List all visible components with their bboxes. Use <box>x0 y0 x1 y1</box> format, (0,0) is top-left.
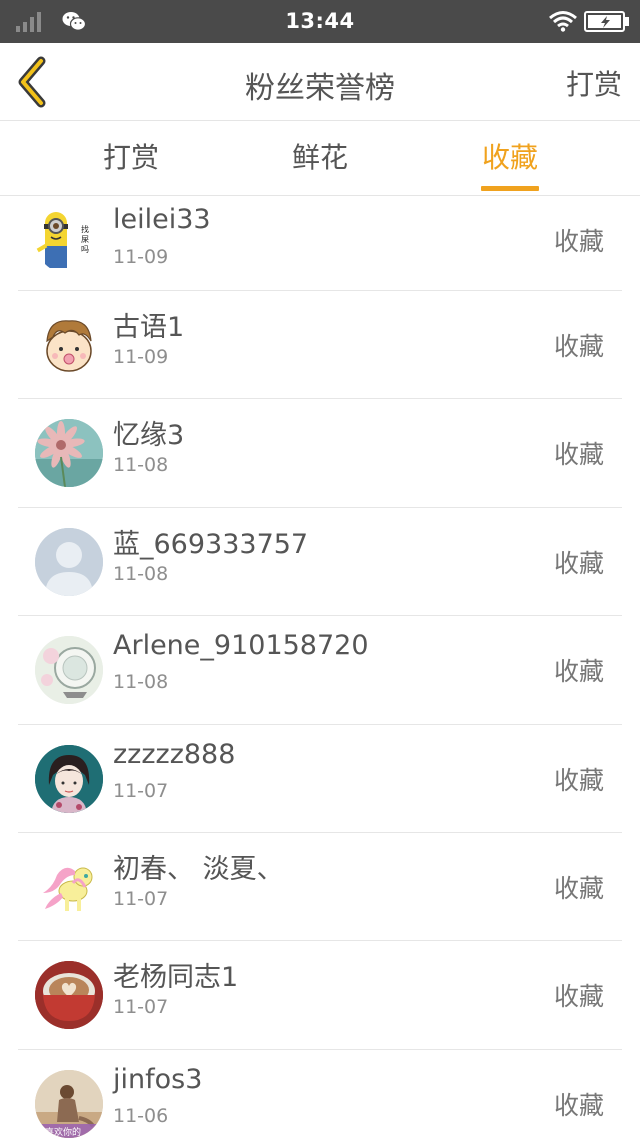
battery-charging-icon <box>584 11 629 32</box>
beach-girl-avatar-icon: 喜欢你的 <box>35 1069 103 1138</box>
svg-text:屎: 屎 <box>81 235 89 244</box>
user-name: zzzzz888 <box>113 738 236 770</box>
user-date: 11-07 <box>113 779 169 802</box>
coffee-cup-avatar-icon <box>35 961 103 1030</box>
anime-girl-avatar-icon <box>35 744 103 813</box>
user-date: 11-07 <box>113 996 169 1019</box>
svg-text:找: 找 <box>81 224 89 234</box>
status-bar: 13:44 <box>0 0 640 43</box>
list-item[interactable]: zzzzz888 11-07 收藏 <box>18 725 622 833</box>
svg-text:吗: 吗 <box>81 245 89 254</box>
user-date: 11-09 <box>113 346 169 368</box>
fan-list: 找 屎 吗 leilei33 11-09 收藏 古语1 11-09 收藏 忆缘3… <box>0 196 640 1138</box>
action-label: 收藏 <box>553 227 604 256</box>
user-name: Arlene_910158720 <box>113 630 369 662</box>
user-name: 蓝_669333757 <box>113 528 309 560</box>
action-label: 收藏 <box>553 982 604 1012</box>
user-name: 忆缘3 <box>113 420 185 452</box>
list-item[interactable]: 蓝_669333757 11-08 收藏 <box>18 508 622 617</box>
user-date: 11-08 <box>113 671 169 694</box>
tab-flowers[interactable]: 鲜花 <box>240 121 400 195</box>
user-name: leilei33 <box>113 204 211 235</box>
nav-header: 粉丝荣誉榜 打赏 <box>0 43 640 121</box>
list-item[interactable]: 古语1 11-09 收藏 <box>18 291 622 400</box>
user-date: 11-08 <box>113 562 169 585</box>
user-name: 老杨同志1 <box>113 962 239 994</box>
user-date: 11-07 <box>113 887 169 910</box>
page-title: 粉丝荣誉榜 <box>245 71 395 106</box>
tab-reward[interactable]: 打赏 <box>51 121 211 195</box>
list-item[interactable]: 初春、 淡夏、 11-07 收藏 <box>18 833 622 942</box>
tab-bar: 打赏 鲜花 收藏 <box>0 121 640 196</box>
list-item[interactable]: 找 屎 吗 leilei33 11-09 收藏 <box>18 196 622 291</box>
list-item[interactable]: Arlene_910158720 11-08 收藏 <box>18 616 622 725</box>
flower-avatar-icon <box>35 419 103 488</box>
user-name: 初春、 淡夏、 <box>113 853 284 885</box>
user-date: 11-09 <box>113 246 169 268</box>
action-label: 收藏 <box>553 440 604 470</box>
action-label: 收藏 <box>553 873 604 903</box>
action-label: 收藏 <box>553 548 604 578</box>
tab-favorites[interactable]: 收藏 <box>430 121 590 195</box>
list-item[interactable]: 喜欢你的 jinfos3 11-06 收藏 <box>18 1050 622 1138</box>
action-label: 收藏 <box>553 332 604 361</box>
glass-sphere-avatar-icon <box>35 636 103 705</box>
minion-avatar-icon: 找 屎 吗 <box>35 206 103 274</box>
user-date: 11-08 <box>113 454 169 477</box>
svg-text:喜欢你的: 喜欢你的 <box>45 1126 81 1138</box>
action-label: 收藏 <box>553 1090 604 1120</box>
wifi-icon <box>549 11 577 32</box>
cartoon-kid-avatar-icon <box>35 311 103 379</box>
user-name: 古语1 <box>113 312 185 343</box>
user-date: 11-06 <box>113 1104 169 1127</box>
pony-avatar-icon <box>35 852 103 921</box>
action-label: 收藏 <box>553 657 604 687</box>
list-item[interactable]: 老杨同志1 11-07 收藏 <box>18 941 622 1050</box>
default-person-avatar-icon <box>35 527 103 596</box>
list-item[interactable]: 忆缘3 11-08 收藏 <box>18 399 622 508</box>
user-name: jinfos3 <box>113 1063 203 1095</box>
status-time: 13:44 <box>285 9 355 33</box>
reward-button[interactable]: 打赏 <box>566 63 622 103</box>
action-label: 收藏 <box>553 765 604 795</box>
